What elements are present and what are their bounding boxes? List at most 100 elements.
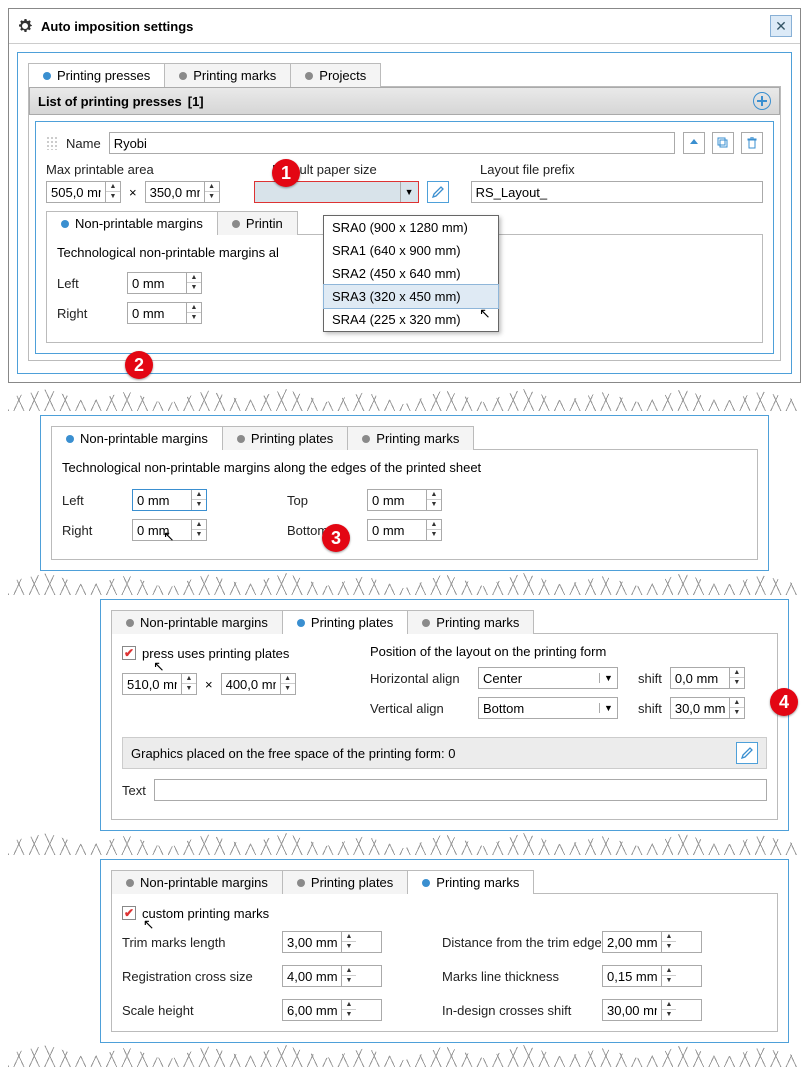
paper-option[interactable]: SRA2 (450 x 640 mm) <box>324 262 498 285</box>
thick-label: Marks line thickness <box>442 969 602 984</box>
max-width-input[interactable]: ▲▼ <box>46 181 121 203</box>
left-input[interactable]: ▲▼ <box>132 489 207 511</box>
valign-select[interactable]: Bottom▼ <box>478 697 618 719</box>
layout-prefix-input[interactable] <box>471 181 763 203</box>
indesign-input[interactable]: ▲▼ <box>602 999 702 1021</box>
list-header: List of printing presses [1] <box>29 87 780 115</box>
tab-label: Non-printable margins <box>75 216 203 231</box>
tab-printing-marks[interactable]: Printing marks <box>407 610 534 634</box>
bottom-input[interactable]: ▲▼ <box>367 519 442 541</box>
delete-button[interactable] <box>741 132 763 154</box>
dialog-window: Auto imposition settings ✕ Printing pres… <box>8 8 801 383</box>
default-paper-label: Default paper size <box>272 162 472 177</box>
dot-icon <box>232 220 240 228</box>
tab-printing-plates[interactable]: Printing plates <box>222 426 348 450</box>
right-input[interactable]: ▲▼ <box>132 519 207 541</box>
trim-len-label: Trim marks length <box>122 935 282 950</box>
spin-up[interactable]: ▲ <box>106 182 120 192</box>
dist-input[interactable]: ▲▼ <box>602 931 702 953</box>
name-input[interactable] <box>109 132 675 154</box>
right-input[interactable]: ▲▼ <box>127 302 202 324</box>
values-row: ▲▼ × ▲▼ ▼ <box>46 181 763 203</box>
custom-marks-checkbox[interactable]: ✔ custom printing marks <box>122 906 269 921</box>
callout-3: 3 <box>322 524 350 552</box>
reg-input[interactable]: ▲▼ <box>282 965 382 987</box>
close-button[interactable]: ✕ <box>770 15 792 37</box>
tab-printing-presses[interactable]: Printing presses <box>28 63 165 87</box>
tab-printing-marks[interactable]: Printing marks <box>347 426 474 450</box>
halign-select[interactable]: Center▼ <box>478 667 618 689</box>
tab-printing-marks[interactable]: Printing marks <box>407 870 534 894</box>
dot-icon <box>305 72 313 80</box>
checkbox-label: custom printing marks <box>142 906 269 921</box>
position-label: Position of the layout on the printing f… <box>370 644 767 659</box>
paper-size-dropdown[interactable]: SRA0 (900 x 1280 mm) SRA1 (640 x 900 mm)… <box>323 215 499 332</box>
paper-option-selected[interactable]: SRA3 (320 x 450 mm) <box>323 284 499 309</box>
chevron-down-icon[interactable]: ▼ <box>599 673 617 683</box>
tab-label: Printing plates <box>311 615 393 630</box>
callout-4: 4 <box>770 688 798 716</box>
times-symbol: × <box>129 185 137 200</box>
paper-option[interactable]: SRA1 (640 x 900 mm) <box>324 239 498 262</box>
layout-prefix-label: Layout file prefix <box>480 162 575 177</box>
tab-printing-plates-truncated[interactable]: Printin <box>217 211 298 235</box>
uses-plates-checkbox[interactable]: ✔ press uses printing plates <box>122 646 289 661</box>
vshift-input[interactable]: ▲▼ <box>670 697 745 719</box>
plate-height-input[interactable]: ▲▼ <box>221 673 296 695</box>
scale-input[interactable]: ▲▼ <box>282 999 382 1021</box>
tab-label: Non-printable margins <box>140 615 268 630</box>
checkbox-label: press uses printing plates <box>142 646 289 661</box>
tab-nonprintable-margins[interactable]: Non-printable margins <box>51 426 223 450</box>
tab-label: Printing plates <box>311 875 393 890</box>
tab-projects[interactable]: Projects <box>290 63 381 87</box>
left-input[interactable]: ▲▼ <box>127 272 202 294</box>
trim-len-input[interactable]: ▲▼ <box>282 931 382 953</box>
tab-label: Printing marks <box>376 431 459 446</box>
spin-down[interactable]: ▼ <box>106 192 120 202</box>
paper-option[interactable]: SRA4 (225 x 320 mm) <box>324 308 498 331</box>
times-symbol: × <box>205 677 213 692</box>
tab-printing-marks[interactable]: Printing marks <box>164 63 291 87</box>
text-input[interactable] <box>154 779 767 801</box>
spin-down[interactable]: ▼ <box>205 192 219 202</box>
left-label: Left <box>62 493 112 508</box>
torn-edge <box>8 833 801 855</box>
checkbox-icon: ✔ <box>122 646 136 660</box>
spin-up[interactable]: ▲ <box>205 182 219 192</box>
dot-icon <box>61 220 69 228</box>
list-header-count: [1] <box>188 94 204 109</box>
tab-nonprintable-margins[interactable]: Non-printable margins <box>46 211 218 235</box>
reg-label: Registration cross size <box>122 969 282 984</box>
plate-width-input[interactable]: ▲▼ <box>122 673 197 695</box>
duplicate-button[interactable] <box>712 132 734 154</box>
text-label: Text <box>122 783 146 798</box>
move-up-button[interactable] <box>683 132 705 154</box>
chevron-down-icon[interactable]: ▼ <box>400 182 418 202</box>
valign-label: Vertical align <box>370 701 470 716</box>
paper-option[interactable]: SRA0 (900 x 1280 mm) <box>324 216 498 239</box>
margins-desc: Technological non-printable margins alon… <box>62 460 747 475</box>
chevron-down-icon[interactable]: ▼ <box>599 703 617 713</box>
max-height-input[interactable]: ▲▼ <box>145 181 220 203</box>
thick-input[interactable]: ▲▼ <box>602 965 702 987</box>
hshift-input[interactable]: ▲▼ <box>670 667 745 689</box>
edit-paper-button[interactable] <box>427 181 449 203</box>
title-bar: Auto imposition settings ✕ <box>9 9 800 44</box>
drag-handle-icon[interactable] <box>46 136 58 150</box>
marks-grid: Trim marks length ▲▼ Distance from the t… <box>122 931 767 1021</box>
tab-nonprintable-margins[interactable]: Non-printable margins <box>111 610 283 634</box>
main-tabs: Printing presses Printing marks Projects <box>28 63 781 87</box>
inner-tabs-2: Non-printable margins Printing plates Pr… <box>51 426 758 450</box>
halign-label: Horizontal align <box>370 671 470 686</box>
edit-graphics-button[interactable] <box>736 742 758 764</box>
tab-printing-plates[interactable]: Printing plates <box>282 870 408 894</box>
right-label: Right <box>57 306 107 321</box>
add-press-button[interactable] <box>753 92 771 110</box>
tab-nonprintable-margins[interactable]: Non-printable margins <box>111 870 283 894</box>
checkbox-icon: ✔ <box>122 906 136 920</box>
max-area-label: Max printable area <box>46 162 246 177</box>
tab-printing-plates[interactable]: Printing plates <box>282 610 408 634</box>
shift-label: shift <box>638 701 662 716</box>
top-input[interactable]: ▲▼ <box>367 489 442 511</box>
dist-label: Distance from the trim edge <box>442 935 602 950</box>
